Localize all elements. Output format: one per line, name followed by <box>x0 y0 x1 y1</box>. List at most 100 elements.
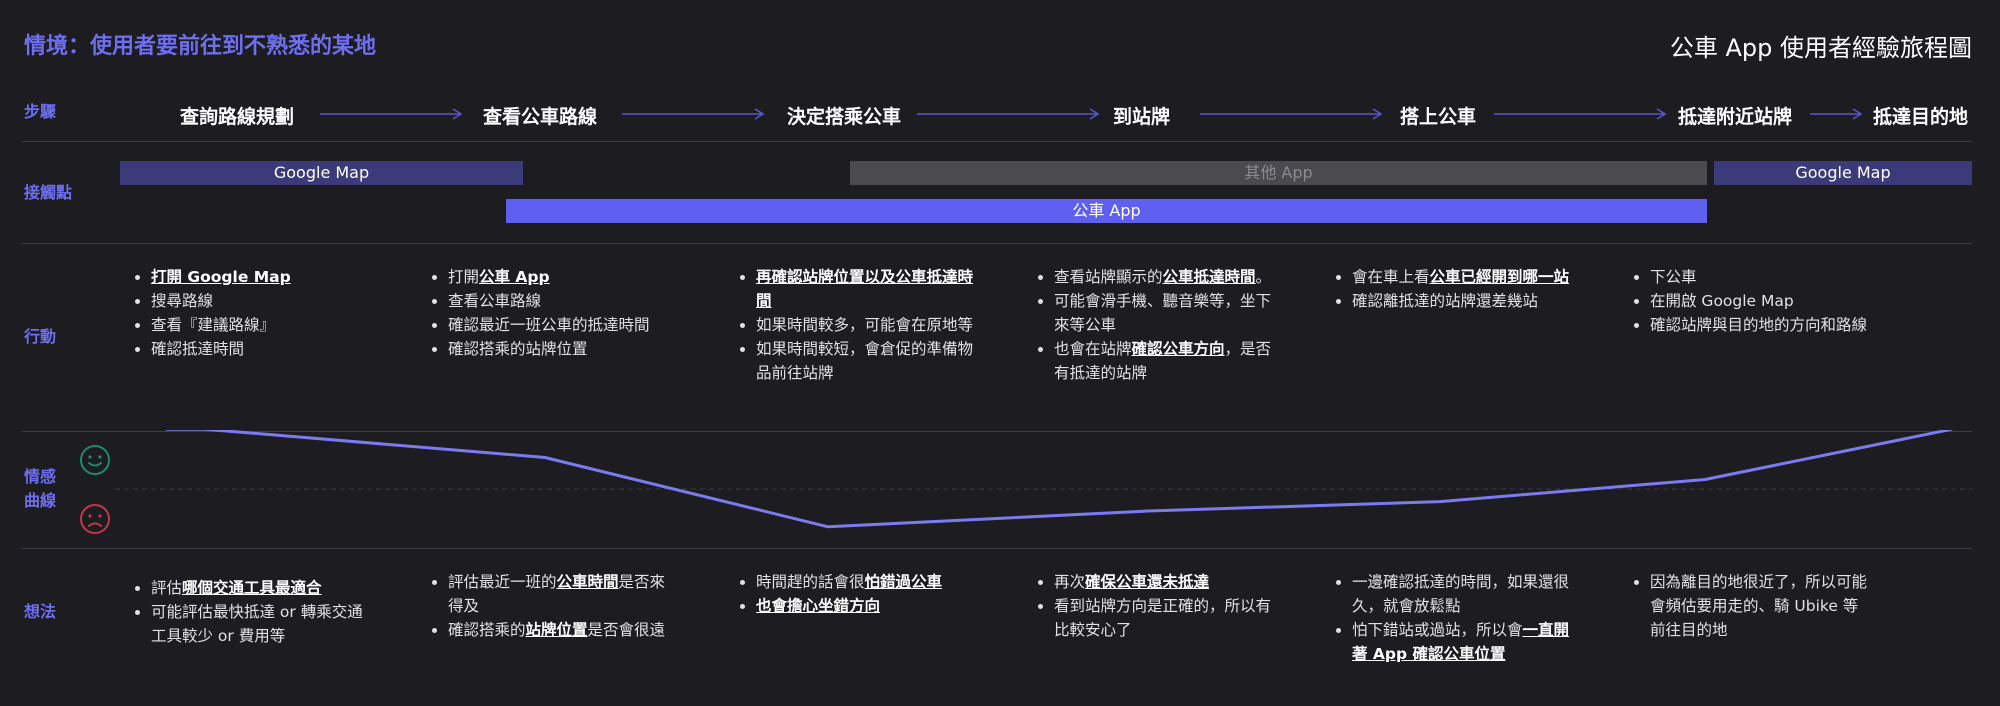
list-item: 打開 Google Map <box>151 265 371 289</box>
thoughts-step-3: 時間趕的話會很怕錯過公車也會擔心坐錯方向 <box>736 570 976 618</box>
text-segment: 一邊確認抵達的時間，如果還很久，就會放鬆點 <box>1352 573 1570 615</box>
step-arrow-icon <box>917 108 1100 120</box>
emotion-curve-line <box>166 430 1953 529</box>
list-item: 看到站牌方向是正確的，所以有比較安心了 <box>1054 594 1274 642</box>
highlight-text: 確保公車還未抵達 <box>1085 573 1210 591</box>
list-item: 可能會滑手機、聽音樂等，坐下來等公車 <box>1054 289 1274 337</box>
list-item: 評估哪個交通工具最適合 <box>151 576 371 600</box>
list-item: 確認抵達時間 <box>151 337 371 361</box>
actions-step-1: 打開 Google Map 搜尋路線查看『建議路線』確認抵達時間 <box>131 265 371 361</box>
text-segment: 時間趕的話會很 <box>756 573 865 591</box>
list-item: 時間趕的話會很怕錯過公車 <box>756 570 976 594</box>
highlight-text: 打開 Google Map <box>151 268 291 286</box>
text-segment: 看到站牌方向是正確的，所以有比較安心了 <box>1054 597 1272 639</box>
divider <box>22 548 1972 549</box>
step-arrow-icon <box>622 108 765 120</box>
step-4: 到站牌 <box>1113 106 1171 128</box>
text-segment: 確認搭乘的 <box>448 621 526 639</box>
thoughts-step-6: 因為離目的地很近了，所以可能會頻估要用走的、騎 Ubike 等前往目的地 <box>1630 570 1870 642</box>
highlight-text: 再確認站牌位置以及公車抵達時間 <box>756 268 974 310</box>
text-segment: 因為離目的地很近了，所以可能會頻估要用走的、騎 Ubike 等前往目的地 <box>1650 573 1868 639</box>
text-segment: 可能評估最快抵達 or 轉乘交通工具較少 or 費用等 <box>151 603 363 645</box>
touchpoint-bus-app: 公車 App <box>506 199 1707 223</box>
list-item: 確認搭乘的站牌位置是否會很遠 <box>448 618 668 642</box>
text-segment: 會在車上看 <box>1352 268 1430 286</box>
row-label-steps: 步驟 <box>24 102 57 121</box>
list-item: 確認最近一班公車的抵達時間 <box>448 313 668 337</box>
list-item: 怕下錯站或過站，所以會一直開著 App 確認公車位置 <box>1352 618 1572 666</box>
list-item: 確認搭乘的站牌位置 <box>448 337 668 361</box>
list-item: 因為離目的地很近了，所以可能會頻估要用走的、騎 Ubike 等前往目的地 <box>1650 570 1870 642</box>
text-segment: 確認最近一班公車的抵達時間 <box>448 316 650 334</box>
text-segment: 評估 <box>151 579 183 597</box>
thoughts-step-1: 評估哪個交通工具最適合可能評估最快抵達 or 轉乘交通工具較少 or 費用等 <box>131 576 371 648</box>
text-segment: 在開啟 Google Map <box>1650 292 1794 310</box>
list-item: 也會擔心坐錯方向 <box>756 594 976 618</box>
text-segment: 如果時間較多，可能會在原地等 <box>756 316 974 334</box>
text-segment: 可能會滑手機、聽音樂等，坐下來等公車 <box>1054 292 1272 334</box>
actions-step-4: 查看站牌顯示的公車抵達時間。可能會滑手機、聽音樂等，坐下來等公車也會在站牌確認公… <box>1034 265 1274 385</box>
divider <box>22 243 1972 244</box>
touchpoint-google-map: Google Map <box>120 161 523 185</box>
highlight-text: 哪個交通工具最適合 <box>182 579 322 597</box>
list-item: 評估最近一班的公車時間是否來得及 <box>448 570 668 618</box>
list-item: 一邊確認抵達的時間，如果還很久，就會放鬆點 <box>1352 570 1572 618</box>
list-item: 下公車 <box>1650 265 1870 289</box>
list-item: 在開啟 Google Map <box>1650 289 1870 313</box>
step-6: 抵達附近站牌 <box>1678 106 1793 128</box>
list-item: 查看『建議路線』 <box>151 313 371 337</box>
text-segment: 查看公車路線 <box>448 292 542 310</box>
list-item: 查看站牌顯示的公車抵達時間。 <box>1054 265 1274 289</box>
text-segment: 怕下錯站或過站，所以會 <box>1352 621 1523 639</box>
list-item: 也會在站牌確認公車方向，是否有抵達的站牌 <box>1054 337 1274 385</box>
list-item: 再次確保公車還未抵達 <box>1054 570 1274 594</box>
step-arrow-icon <box>1810 108 1863 120</box>
actions-step-3: 再確認站牌位置以及公車抵達時間如果時間較多，可能會在原地等如果時間較短，會倉促的… <box>736 265 976 385</box>
list-item: 可能評估最快抵達 or 轉乘交通工具較少 or 費用等 <box>151 600 371 648</box>
thoughts-step-4: 再次確保公車還未抵達看到站牌方向是正確的，所以有比較安心了 <box>1034 570 1274 642</box>
highlight-text: 公車時間 <box>556 573 619 591</box>
highlight-text: 公車 App <box>479 268 550 286</box>
list-item: 確認離抵達的站牌還差幾站 <box>1352 289 1572 313</box>
row-label-actions: 行動 <box>24 327 57 346</box>
highlight-text: 也會擔心坐錯方向 <box>756 597 881 615</box>
text-segment: 如果時間較短，會倉促的準備物品前往站牌 <box>756 340 974 382</box>
thoughts-step-2: 評估最近一班的公車時間是否來得及確認搭乘的站牌位置是否會很遠 <box>428 570 668 642</box>
highlight-text: 怕錯過公車 <box>864 573 943 591</box>
touchpoint-other-app: 其他 App <box>850 161 1707 185</box>
text-segment: 打開 <box>448 268 480 286</box>
list-item: 如果時間較多，可能會在原地等 <box>756 313 976 337</box>
text-segment: 查看『建議路線』 <box>151 316 276 334</box>
text-segment: 。 <box>1255 268 1272 286</box>
thoughts-step-5: 一邊確認抵達的時間，如果還很久，就會放鬆點怕下錯站或過站，所以會一直開著 App… <box>1332 570 1572 666</box>
divider <box>22 141 1972 142</box>
actions-step-6: 下公車在開啟 Google Map 確認站牌與目的地的方向和路線 <box>1630 265 1870 337</box>
highlight-text: 確認公車方向 <box>1131 340 1225 358</box>
text-segment: 是否會很遠 <box>587 621 666 639</box>
step-3: 決定搭乘公車 <box>787 106 902 128</box>
step-2: 查看公車路線 <box>483 106 598 128</box>
list-item: 會在車上看公車已經開到哪一站 <box>1352 265 1572 289</box>
text-segment: 搜尋路線 <box>151 292 214 310</box>
step-arrow-icon <box>1200 108 1383 120</box>
journey-map-title: 公車 App 使用者經驗旅程圖 <box>1669 34 1972 62</box>
scenario-title: 情境：使用者要前往到不熟悉的某地 <box>24 34 377 59</box>
text-segment: 再次 <box>1054 573 1086 591</box>
actions-step-2: 打開公車 App 查看公車路線確認最近一班公車的抵達時間確認搭乘的站牌位置 <box>428 265 668 361</box>
highlight-text: 公車已經開到哪一站 <box>1429 268 1570 286</box>
row-label-thoughts: 想法 <box>24 602 57 621</box>
list-item: 搜尋路線 <box>151 289 371 313</box>
list-item: 再確認站牌位置以及公車抵達時間 <box>756 265 976 313</box>
touchpoint-google-map-end: Google Map <box>1714 161 1972 185</box>
row-label-touchpoints: 接觸點 <box>24 183 73 202</box>
step-arrow-icon <box>1494 108 1667 120</box>
emotion-curve-chart <box>115 430 1972 529</box>
actions-step-5: 會在車上看公車已經開到哪一站確認離抵達的站牌還差幾站 <box>1332 265 1572 313</box>
step-1: 查詢路線規劃 <box>180 106 295 128</box>
text-segment: 確認離抵達的站牌還差幾站 <box>1352 292 1539 310</box>
step-5: 搭上公車 <box>1400 106 1477 128</box>
text-segment: 評估最近一班的 <box>448 573 557 591</box>
list-item: 查看公車路線 <box>448 289 668 313</box>
text-segment: 確認搭乘的站牌位置 <box>448 340 588 358</box>
highlight-text: 站牌位置 <box>525 621 588 639</box>
